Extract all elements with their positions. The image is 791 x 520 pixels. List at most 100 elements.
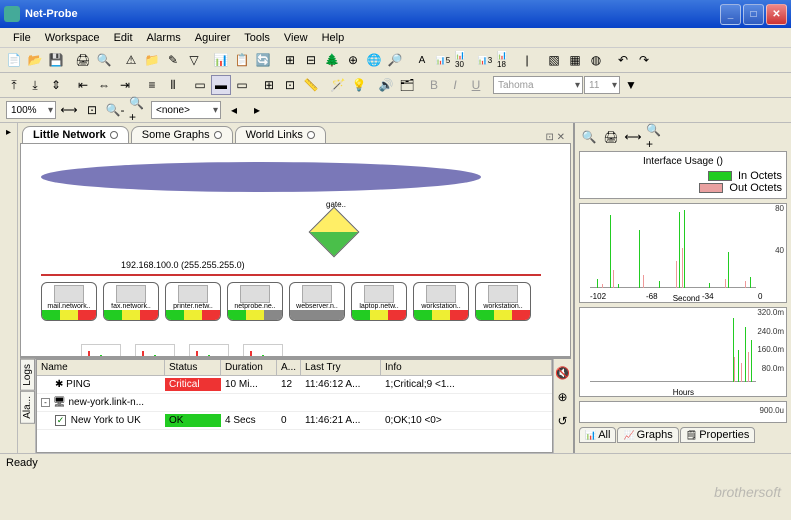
text-icon[interactable]: A: [412, 50, 432, 70]
maximize-button[interactable]: □: [743, 4, 764, 25]
reset-icon[interactable]: ↺: [553, 411, 573, 431]
zoom-in-icon[interactable]: 🔍+: [128, 100, 148, 120]
col-status[interactable]: Status: [165, 360, 221, 375]
tool-a-icon[interactable]: ▧: [544, 50, 564, 70]
tool-c-icon[interactable]: ◍: [586, 50, 606, 70]
col-duration[interactable]: Duration: [221, 360, 277, 375]
bold-icon[interactable]: B: [424, 75, 444, 95]
table-row[interactable]: -🖥 new-york.link-n...: [37, 394, 552, 412]
network-icon[interactable]: ⊕: [343, 50, 363, 70]
chart-icon[interactable]: 📊: [211, 50, 231, 70]
menu-workspace[interactable]: Workspace: [38, 30, 107, 46]
refresh-icon[interactable]: 🔄: [253, 50, 273, 70]
rtab-properties[interactable]: 🗒Properties: [680, 427, 756, 443]
open-icon[interactable]: 📂: [25, 50, 45, 70]
g5-icon[interactable]: 📊5: [433, 50, 453, 70]
device-node[interactable]: netprobe.ne..: [227, 282, 283, 321]
table-row[interactable]: ✱ PINGCritical10 Mi...1211:46:12 A...1;C…: [37, 376, 552, 394]
panel2-icon[interactable]: ▬: [211, 75, 231, 95]
valign-icon[interactable]: ⇕: [46, 75, 66, 95]
align-center-icon[interactable]: ⇔: [94, 75, 114, 95]
tab-world-links[interactable]: World Links: [235, 126, 326, 143]
alert-icon[interactable]: ⚠: [121, 50, 141, 70]
menu-help[interactable]: Help: [315, 30, 352, 46]
fit-page-icon[interactable]: ⊡: [82, 100, 102, 120]
snap-icon[interactable]: ⊡: [280, 75, 300, 95]
layer-combo[interactable]: <none>: [151, 101, 221, 119]
col-a[interactable]: A...: [277, 360, 301, 375]
table-row[interactable]: ✓ New York to UKOK4 Secs011:46:21 A...0;…: [37, 412, 552, 430]
rtab-all[interactable]: 📊All: [579, 427, 616, 443]
panel1-icon[interactable]: ▭: [190, 75, 210, 95]
device-node[interactable]: mail.network..: [41, 282, 97, 321]
ruler-icon[interactable]: 📏: [301, 75, 321, 95]
device-node[interactable]: laptop.netw..: [351, 282, 407, 321]
preview-icon[interactable]: 🔍: [94, 50, 114, 70]
menu-tools[interactable]: Tools: [237, 30, 277, 46]
search-icon[interactable]: 🔎: [385, 50, 405, 70]
globe-icon[interactable]: 🌐: [364, 50, 384, 70]
align-right-icon[interactable]: ⇥: [115, 75, 135, 95]
minimize-button[interactable]: _: [720, 4, 741, 25]
menu-view[interactable]: View: [277, 30, 315, 46]
panel3-icon[interactable]: ▭: [232, 75, 252, 95]
fit-tool-icon[interactable]: ⟷: [623, 127, 643, 147]
align-bottom-icon[interactable]: ⤓: [25, 75, 45, 95]
dist-v-icon[interactable]: ⦀: [163, 75, 183, 95]
new-icon[interactable]: 📄: [4, 50, 24, 70]
zoom-out-icon[interactable]: 🔍-: [105, 100, 125, 120]
network-diagram[interactable]: gate.. 192.168.100.0 (255.255.255.0) mai…: [20, 143, 571, 357]
g18-icon[interactable]: 📊18: [496, 50, 516, 70]
menu-alarms[interactable]: Alarms: [140, 30, 188, 46]
mute-icon[interactable]: 🔇: [553, 363, 573, 383]
print-tool-icon[interactable]: 🖨: [601, 127, 621, 147]
close-button[interactable]: ✕: [766, 4, 787, 25]
device-node[interactable]: webserver.n..: [289, 282, 345, 321]
sound-icon[interactable]: 🔊: [376, 75, 396, 95]
tab-some-graphs[interactable]: Some Graphs: [131, 126, 233, 143]
zoomin-tool-icon[interactable]: 🔍+: [645, 127, 665, 147]
side-tab-logs[interactable]: Logs: [20, 359, 35, 391]
chart-seconds[interactable]: 4080-102-68-340Second: [579, 203, 787, 303]
tab-little-network[interactable]: Little Network: [22, 126, 129, 143]
report-icon[interactable]: 📋: [232, 50, 252, 70]
align-left-icon[interactable]: ⇤: [73, 75, 93, 95]
filter-icon[interactable]: ▽: [184, 50, 204, 70]
layer-prev-icon[interactable]: ◂: [224, 100, 244, 120]
fit-width-icon[interactable]: ⟷: [59, 100, 79, 120]
rtab-graphs[interactable]: 📈Graphs: [617, 427, 678, 443]
card-icon[interactable]: 🗂: [397, 75, 417, 95]
chart-hours[interactable]: 80.0m160.0m240.0m320.0mHours: [579, 307, 787, 397]
zoom-combo[interactable]: 100%: [6, 101, 56, 119]
folder-icon[interactable]: 📁: [142, 50, 162, 70]
tool-b-icon[interactable]: ▦: [565, 50, 585, 70]
sep-icon[interactable]: |: [517, 50, 537, 70]
tab-tools-icon[interactable]: ⊡ ✕: [541, 132, 569, 143]
italic-icon[interactable]: I: [445, 75, 465, 95]
wand-icon[interactable]: 🪄: [328, 75, 348, 95]
device-node[interactable]: printer.netw..: [165, 282, 221, 321]
menu-file[interactable]: File: [6, 30, 38, 46]
zoom-tool-icon[interactable]: 🔍: [579, 127, 599, 147]
layout1-icon[interactable]: ⊞: [280, 50, 300, 70]
device-node[interactable]: workstation..: [475, 282, 531, 321]
grid-icon[interactable]: ⊞: [259, 75, 279, 95]
layout2-icon[interactable]: ⊟: [301, 50, 321, 70]
dist-h-icon[interactable]: ≡: [142, 75, 162, 95]
gateway-node[interactable]: [309, 207, 360, 258]
compose-icon[interactable]: ✎: [163, 50, 183, 70]
underline-icon[interactable]: U: [466, 75, 486, 95]
menu-edit[interactable]: Edit: [107, 30, 140, 46]
col-name[interactable]: Name: [37, 360, 165, 375]
col-lasttry[interactable]: Last Try: [301, 360, 381, 375]
bulb-icon[interactable]: 💡: [349, 75, 369, 95]
layer-next-icon[interactable]: ▸: [247, 100, 267, 120]
undo-icon[interactable]: ↶: [613, 50, 633, 70]
redo-icon[interactable]: ↷: [634, 50, 654, 70]
tree-icon[interactable]: 🌲: [322, 50, 342, 70]
expand-icon[interactable]: ⊕: [553, 387, 573, 407]
fontcolor-icon[interactable]: ▼: [621, 75, 641, 95]
chart-micro[interactable]: 900.0u: [579, 401, 787, 423]
print-icon[interactable]: 🖨: [73, 50, 93, 70]
save-icon[interactable]: 💾: [46, 50, 66, 70]
